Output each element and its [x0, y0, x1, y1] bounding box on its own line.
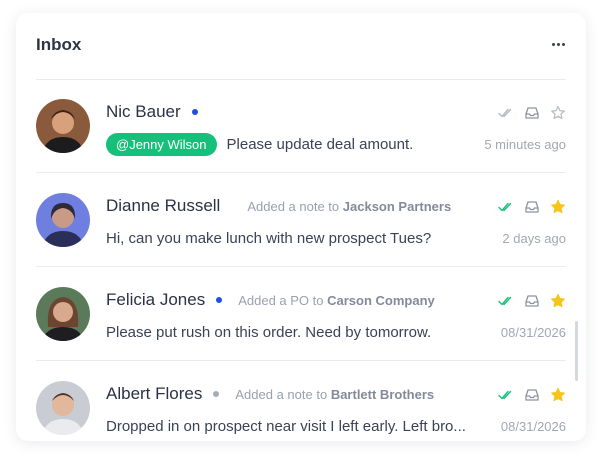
sender-name: Felicia Jones	[106, 290, 206, 309]
timestamp: 5 minutes ago	[484, 137, 566, 152]
unread-dot	[216, 297, 223, 303]
activity-text: Added a note to Jackson Partners	[247, 199, 451, 214]
message-list: Nic Bauer @Jenny Wilson Please update de…	[36, 79, 566, 441]
timestamp: 08/31/2026	[500, 419, 566, 434]
activity-target[interactable]: Bartlett Brothers	[331, 387, 434, 402]
star-icon[interactable]	[550, 293, 566, 309]
name-line: Nic Bauer	[106, 101, 446, 123]
activity-target[interactable]: Jackson Partners	[343, 199, 451, 214]
message-row[interactable]: Albert Flores Added a note to Bartlett B…	[36, 361, 566, 441]
message-row[interactable]: Nic Bauer @Jenny Wilson Please update de…	[36, 79, 566, 173]
message-text: Hi, can you make lunch with new prospect…	[106, 229, 432, 247]
name-line: Dianne Russell Added a note to Jackson P…	[106, 195, 451, 217]
message-row[interactable]: Felicia Jones Added a PO to Carson Compa…	[36, 267, 566, 361]
star-icon[interactable]	[550, 199, 566, 215]
row-actions	[498, 293, 566, 309]
double-check-icon[interactable]	[498, 293, 514, 309]
inbox-tray-icon[interactable]	[524, 293, 540, 309]
star-icon[interactable]	[550, 387, 566, 403]
more-horizontal-icon[interactable]	[552, 39, 566, 49]
avatar	[36, 99, 90, 153]
timestamp: 2 days ago	[502, 231, 566, 246]
avatar	[36, 287, 90, 341]
message-row[interactable]: Dianne Russell Added a note to Jackson P…	[36, 173, 566, 267]
inbox-title: Inbox	[36, 35, 82, 54]
message-line: Hi, can you make lunch with new prospect…	[106, 226, 466, 250]
inbox-header: Inbox	[36, 13, 566, 80]
message-text: Dropped in on prospect near visit I left…	[106, 417, 466, 435]
message-text: Please put rush on this order. Need by t…	[106, 323, 432, 341]
name-line: Albert Flores Added a note to Bartlett B…	[106, 383, 446, 405]
activity-prefix: Added a PO to	[238, 292, 324, 308]
timestamp: 08/31/2026	[500, 325, 566, 340]
read-dot	[213, 391, 220, 397]
message-line: @Jenny Wilson Please update deal amount.	[106, 132, 466, 156]
activity-text: Added a note to Bartlett Brothers	[235, 387, 434, 402]
activity-prefix: Added a note to	[247, 198, 340, 214]
message-line: Please put rush on this order. Need by t…	[106, 320, 466, 344]
inbox-tray-icon[interactable]	[524, 105, 540, 121]
avatar	[36, 381, 90, 435]
message-text: Please update deal amount.	[226, 135, 414, 153]
message-line: Dropped in on prospect near visit I left…	[106, 414, 466, 438]
double-check-icon[interactable]	[498, 387, 514, 403]
activity-target[interactable]: Carson Company	[327, 293, 435, 308]
avatar	[36, 193, 90, 247]
row-actions	[498, 387, 566, 403]
name-line: Felicia Jones Added a PO to Carson Compa…	[106, 289, 446, 311]
activity-prefix: Added a note to	[235, 386, 328, 402]
row-actions	[498, 199, 566, 215]
sender-name: Nic Bauer	[106, 102, 181, 121]
double-check-icon[interactable]	[498, 199, 514, 215]
sender-name: Albert Flores	[106, 384, 203, 403]
row-actions	[498, 105, 566, 121]
sender-name: Dianne Russell	[106, 196, 221, 215]
inbox-card: Inbox Nic Bauer @Jenny Wilson Please upd…	[16, 13, 586, 441]
unread-dot	[191, 109, 198, 115]
activity-text: Added a PO to Carson Company	[238, 293, 435, 308]
inbox-tray-icon[interactable]	[524, 387, 540, 403]
star-icon[interactable]	[550, 105, 566, 121]
scrollbar-thumb[interactable]	[575, 321, 578, 381]
double-check-icon[interactable]	[498, 105, 514, 121]
inbox-tray-icon[interactable]	[524, 199, 540, 215]
mention-badge[interactable]: @Jenny Wilson	[106, 132, 217, 156]
